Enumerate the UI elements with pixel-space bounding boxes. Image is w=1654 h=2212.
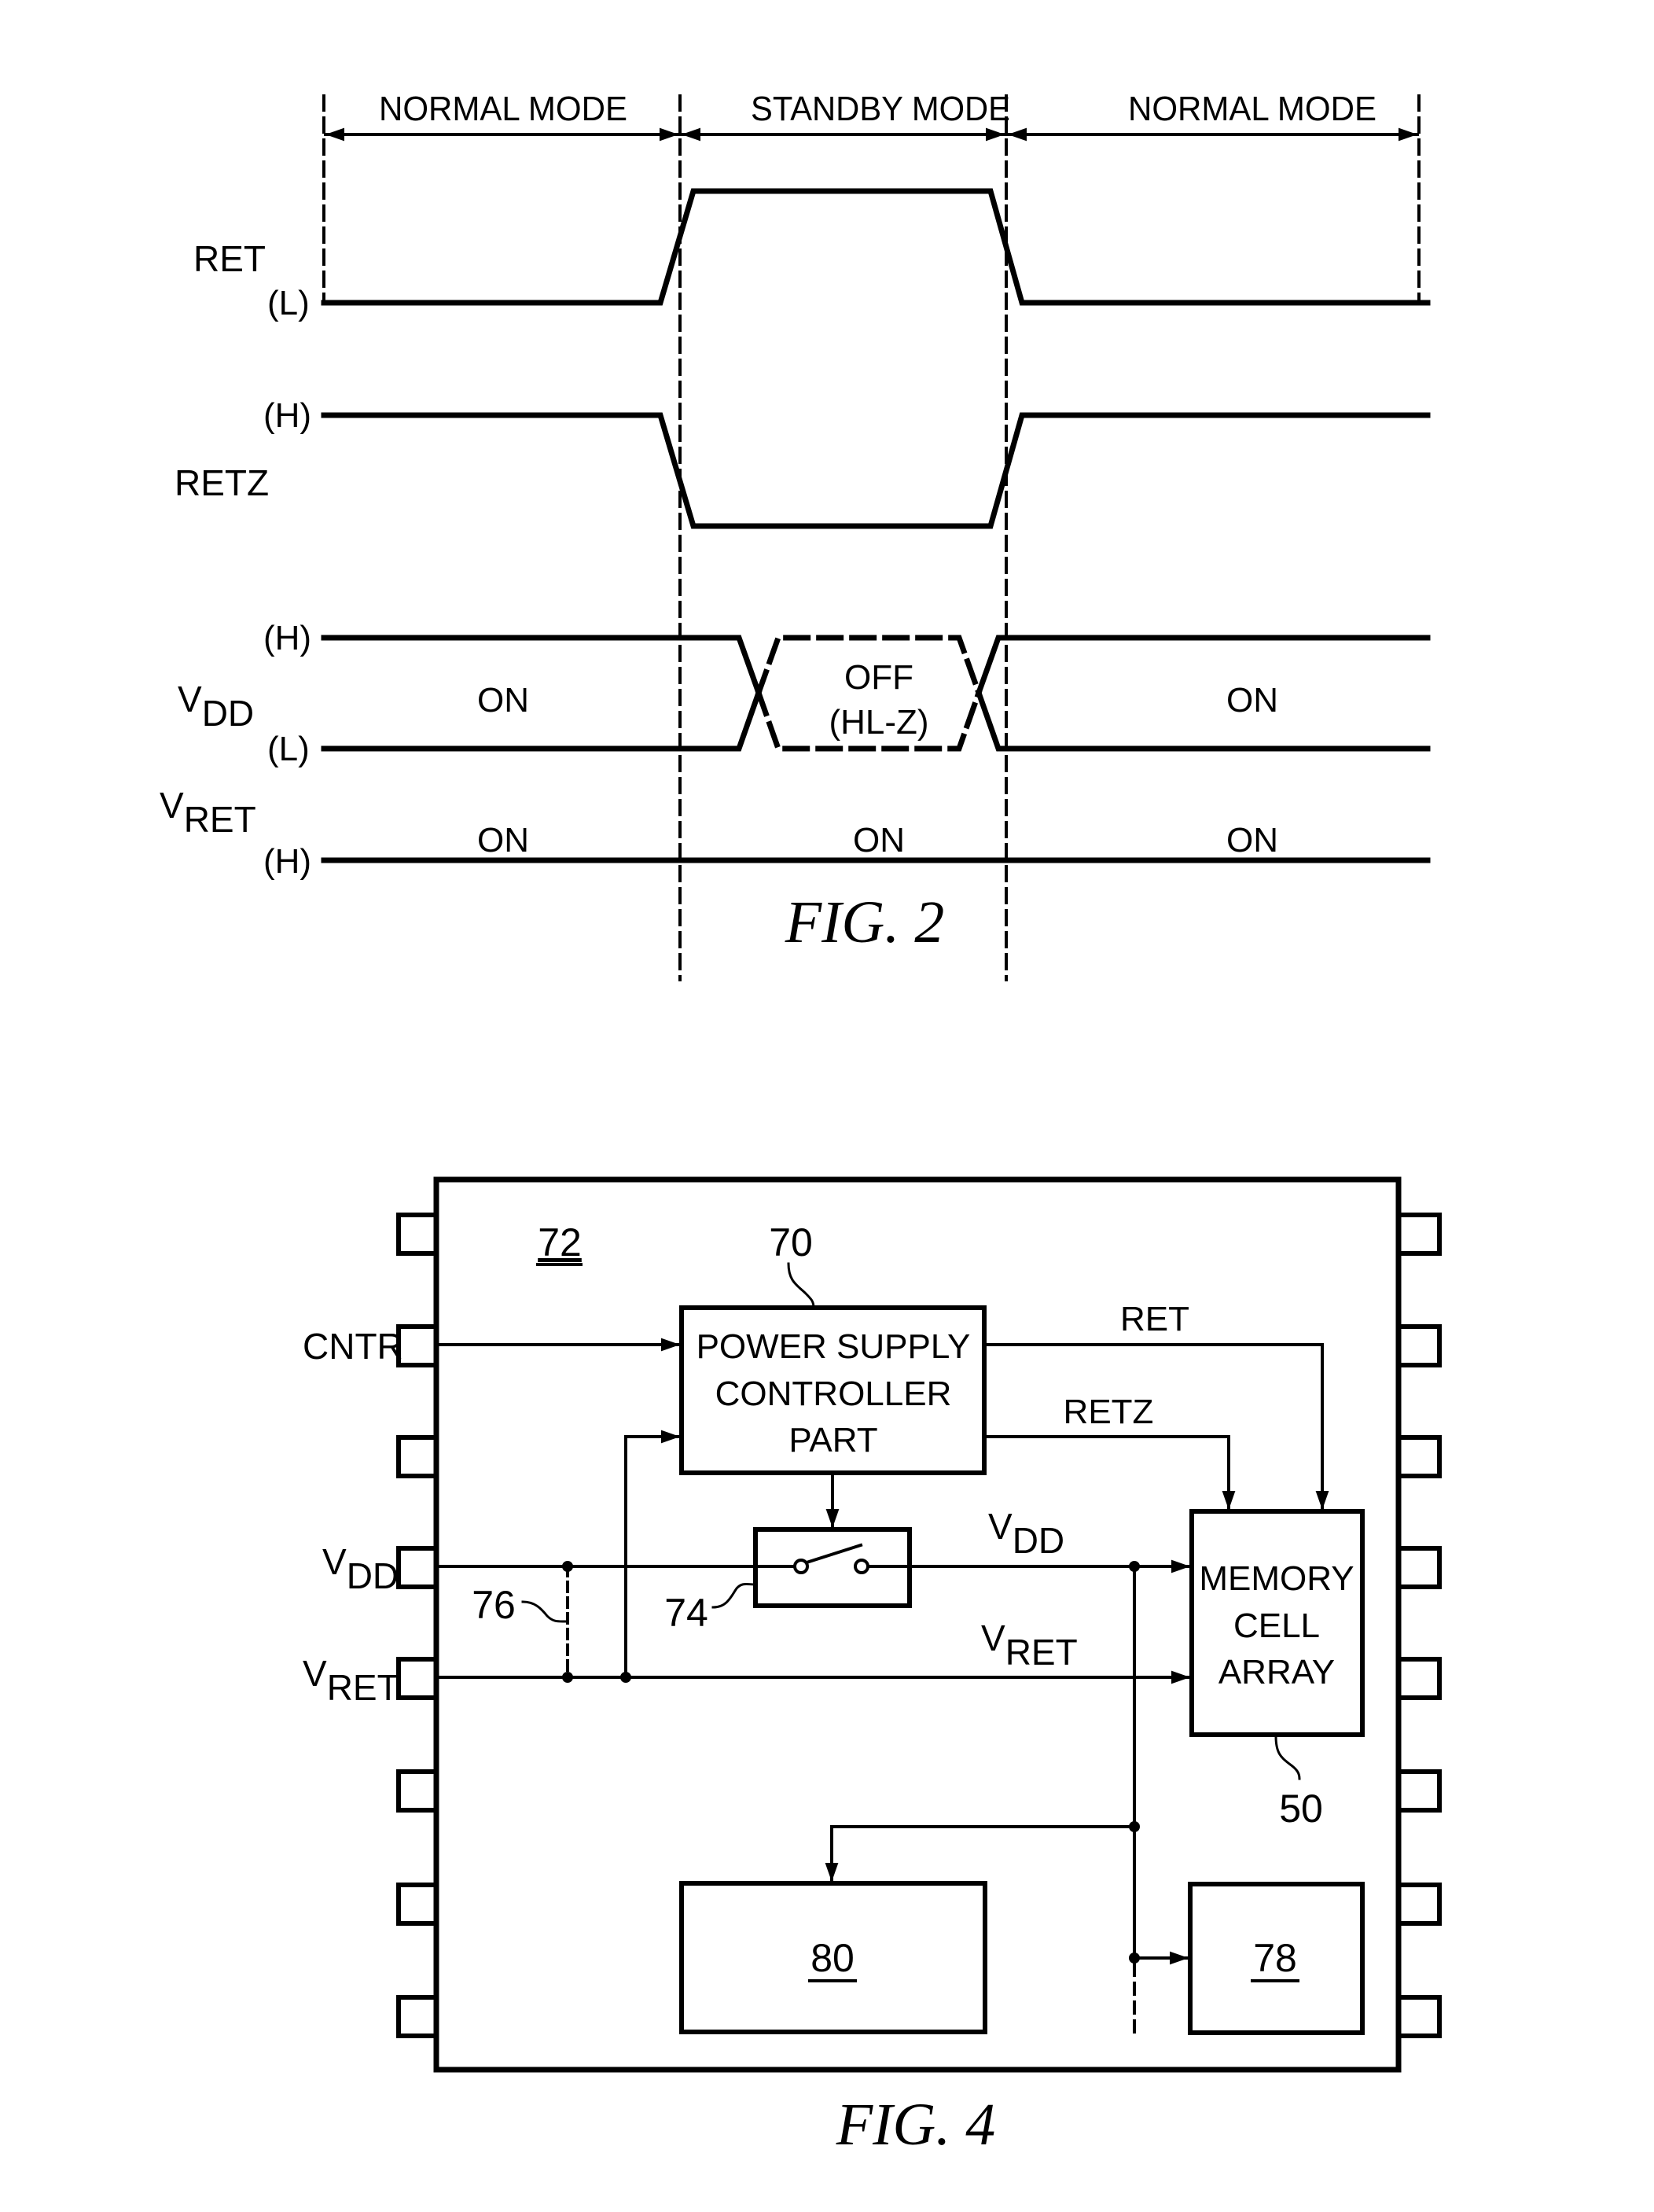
memory-label-line-1: MEMORY: [1199, 1559, 1354, 1598]
switch-ref-leader: [711, 1582, 757, 1609]
junction-dot: [562, 1561, 573, 1572]
mode-label-normal-2: NORMAL MODE: [1128, 90, 1376, 128]
fig2-caption: FIG. 2: [785, 889, 945, 955]
pin-label-cntr: CNTR: [303, 1326, 403, 1367]
net-label-ret: RET: [1120, 1300, 1189, 1338]
vdd-state-hlz: (HL-Z): [829, 703, 928, 742]
junction-dots: [562, 1561, 1140, 1964]
level-label-retz-high: (H): [263, 396, 311, 435]
junction-dot: [620, 1672, 631, 1683]
switch-ref-label: 74: [664, 1591, 708, 1635]
fig4-caption: FIG. 4: [836, 2092, 996, 2158]
patent-drawing-sheet: NORMAL MODE STANDBY MODE NORMAL MODE RET…: [160, 90, 1442, 2158]
right-pins: [1396, 1213, 1442, 2038]
net-label-vdd: VDD: [988, 1506, 1064, 1561]
mode-label-standby: STANDBY MODE: [751, 90, 1010, 128]
mode-label-normal-1: NORMAL MODE: [379, 90, 627, 128]
psc-label-line-3: PART: [788, 1421, 877, 1459]
net-vdd-to-block80: [825, 1825, 1136, 1883]
package-pin: [396, 1324, 439, 1367]
switch-lever: [804, 1543, 863, 1565]
chip-ref-label: 72: [538, 1220, 582, 1264]
package-pin: [1396, 1546, 1442, 1589]
memory-label-line-3: ARRAY: [1218, 1653, 1335, 1691]
package-pin: [396, 1546, 439, 1589]
level-label-vret-high: (H): [263, 842, 311, 881]
block-80-label: 80: [810, 1936, 855, 1980]
psc-ref-label: 70: [769, 1220, 813, 1264]
psc-label-line-2: CONTROLLER: [715, 1375, 952, 1413]
switch-contact-right: [854, 1559, 869, 1574]
psc-ref-leader: [787, 1262, 815, 1309]
vdd-low-right: [975, 689, 1431, 752]
vdd-state-on-2: ON: [1226, 681, 1278, 720]
memory-ref-label: 50: [1279, 1787, 1323, 1831]
package-pin: [396, 1213, 439, 1256]
level-label-vdd-high: (H): [263, 619, 311, 657]
waveform-retz: [321, 412, 1431, 529]
pin-label-vdd: VDD: [322, 1541, 399, 1596]
vdd-state-on-1: ON: [477, 681, 529, 720]
psc-label-line-1: POWER SUPPLY: [697, 1327, 971, 1366]
package-pin: [396, 1435, 439, 1478]
fig4-block-diagram: 72 CNTR VDD VRET POWER SUPPLY CONTROLLER…: [303, 1176, 1442, 2158]
junction-dot: [562, 1672, 573, 1683]
package-pin: [1396, 1657, 1442, 1700]
package-pin: [396, 1883, 439, 1926]
vret-state-on-1: ON: [477, 821, 529, 859]
block-78-label: 78: [1253, 1936, 1297, 1980]
memory-ref-leader: [1274, 1735, 1301, 1780]
net-label-retz: RETZ: [1064, 1393, 1154, 1431]
switch-icon: [793, 1543, 869, 1574]
package-pin: [1396, 1324, 1442, 1367]
pin-label-vret: VRET: [303, 1653, 399, 1708]
net-label-vret: VRET: [981, 1618, 1078, 1673]
level-label-vdd-low: (L): [267, 730, 310, 768]
signal-label-vret: VRET: [160, 785, 256, 840]
signal-label-ret: RET: [193, 238, 266, 279]
package-pin: [1396, 1769, 1442, 1813]
left-pins: [396, 1213, 439, 2038]
vret-state-on-2: ON: [853, 821, 905, 859]
vret-state-on-3: ON: [1226, 821, 1278, 859]
vdd-high-right: [975, 635, 1431, 697]
signal-label-retz: RETZ: [175, 462, 269, 503]
waveform-ret: [321, 188, 1431, 306]
signal-label-vdd: VDD: [178, 679, 254, 734]
short-ref-leader: [521, 1600, 568, 1623]
package-pin: [396, 1995, 439, 2038]
vdd-low-left: [321, 689, 763, 752]
package-pin: [1396, 1213, 1442, 1256]
vdd-high-left: [321, 635, 763, 697]
package-pin: [396, 1769, 439, 1813]
vdd-state-off: OFF: [844, 658, 913, 697]
memory-label-line-2: CELL: [1233, 1607, 1320, 1645]
package-pin: [1396, 1435, 1442, 1478]
package-pin: [1396, 1883, 1442, 1926]
net-retz: [983, 1435, 1236, 1511]
package-pin: [396, 1657, 439, 1700]
package-pin: [1396, 1995, 1442, 2038]
net-vret-to-psc: [624, 1430, 682, 1679]
fig2-timing-diagram: NORMAL MODE STANDBY MODE NORMAL MODE RET…: [160, 90, 1431, 981]
short-ref-label: 76: [472, 1583, 516, 1627]
level-label-ret-low: (L): [267, 284, 310, 322]
